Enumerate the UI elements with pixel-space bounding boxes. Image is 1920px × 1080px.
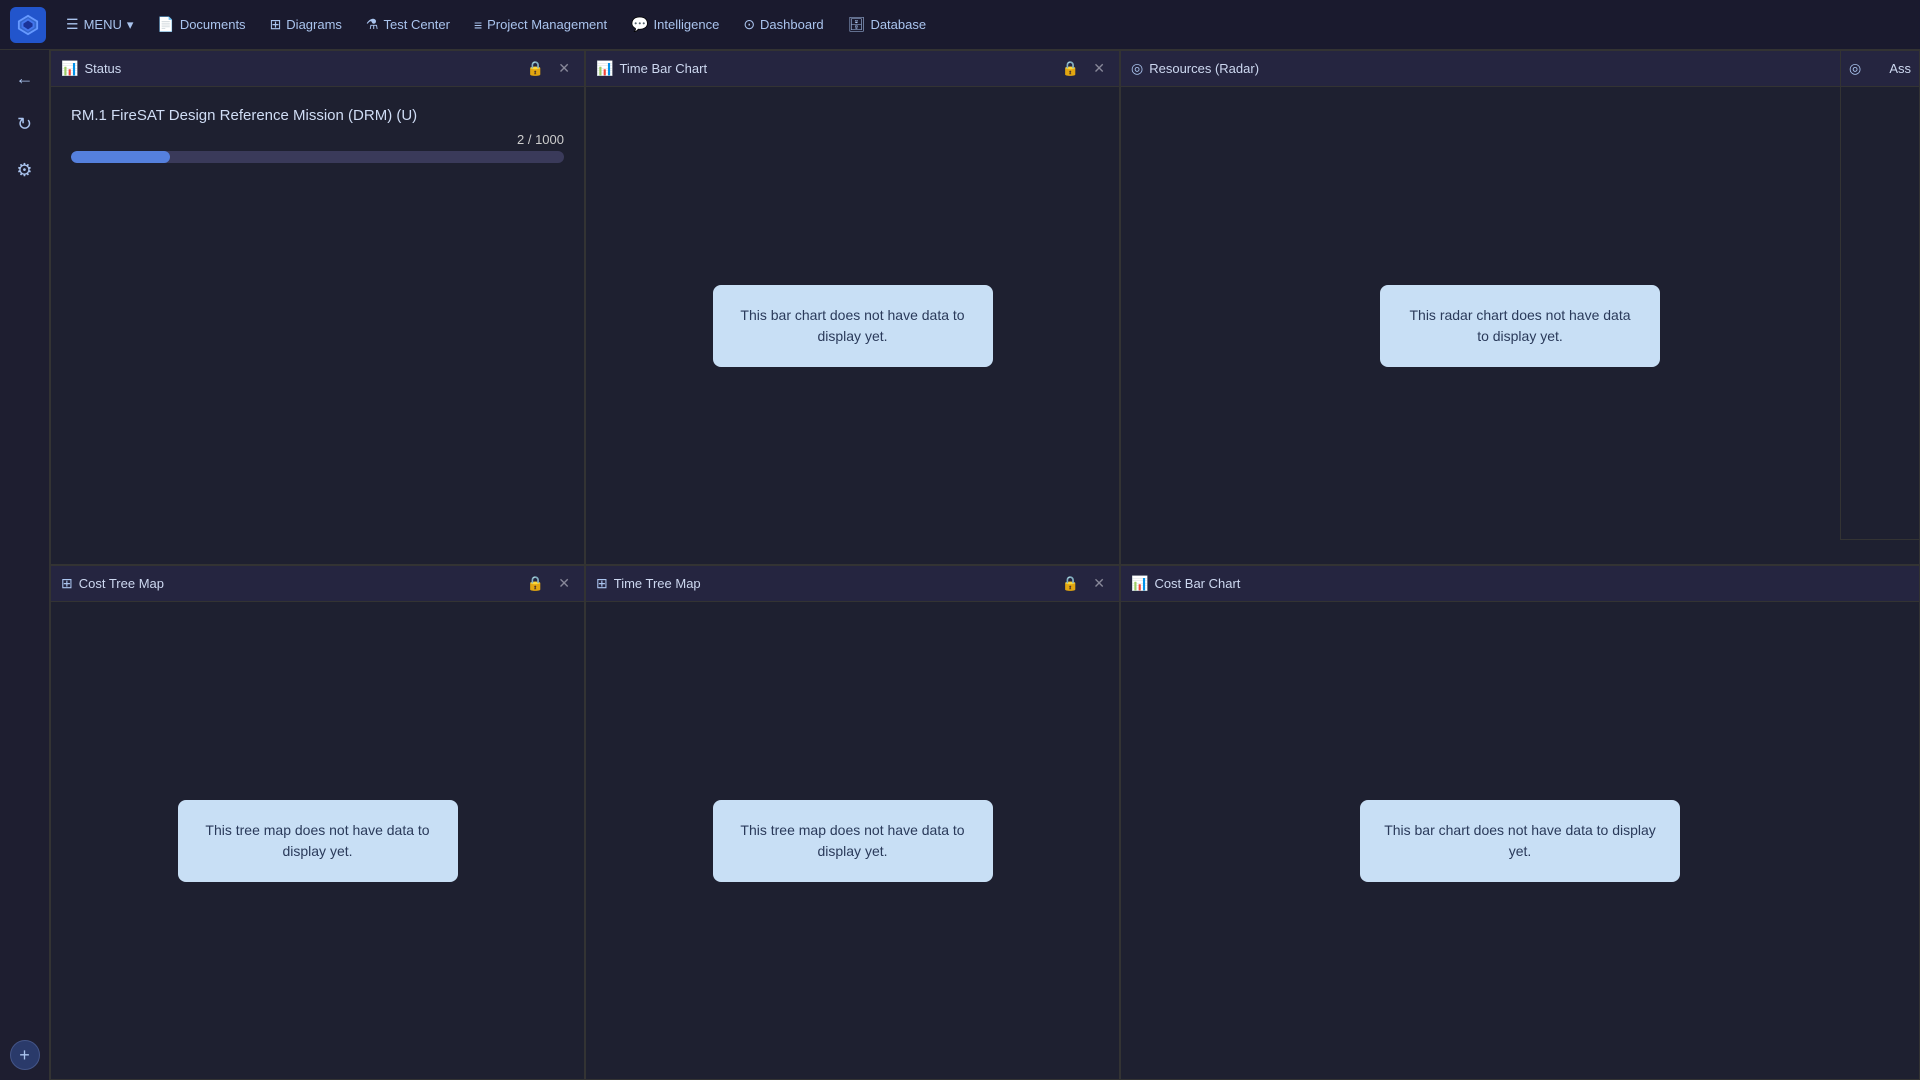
time-bar-chart-panel: 📊 Time Bar Chart 🔒 ✕ This bar chart does… bbox=[585, 50, 1120, 565]
time-tree-map-lock-button[interactable]: 🔒 bbox=[1058, 573, 1083, 594]
resources-radar-title: ◎ Resources (Radar) bbox=[1131, 60, 1259, 77]
add-panel-button[interactable]: + bbox=[10, 1040, 40, 1070]
database-icon: 🗄 bbox=[848, 16, 866, 33]
time-tree-map-controls: 🔒 ✕ bbox=[1058, 573, 1109, 594]
status-panel-controls: 🔒 ✕ bbox=[523, 58, 574, 79]
cost-tree-map-header: ⊞ Cost Tree Map 🔒 ✕ bbox=[51, 566, 584, 602]
resources-radar-empty-message: This radar chart does not have data to d… bbox=[1380, 285, 1660, 367]
back-icon: ← bbox=[16, 68, 34, 89]
cost-tree-map-lock-button[interactable]: 🔒 bbox=[523, 573, 548, 594]
database-label: Database bbox=[870, 17, 926, 32]
menu-icon: ☰ bbox=[66, 16, 79, 33]
cost-tree-map-panel: ⊞ Cost Tree Map 🔒 ✕ This tree map does n… bbox=[50, 565, 585, 1080]
main-layout: ← ↻ ⚙ + 📊 Status 🔒 ✕ bbox=[0, 50, 1920, 1080]
menu-button[interactable]: ☰ MENU ▾ bbox=[56, 11, 143, 38]
nav-documents[interactable]: 📄 Documents bbox=[147, 11, 255, 38]
cost-tree-map-label: Cost Tree Map bbox=[79, 576, 164, 591]
status-lock-button[interactable]: 🔒 bbox=[523, 58, 548, 79]
refresh-icon: ↻ bbox=[17, 114, 32, 135]
status-close-button[interactable]: ✕ bbox=[554, 58, 574, 79]
menu-chevron-icon: ▾ bbox=[127, 17, 134, 33]
ass-panel-header: ◎ Ass bbox=[1841, 51, 1919, 87]
sidebar-settings-button[interactable]: ⚙ bbox=[7, 152, 43, 188]
cost-bar-chart-body: This bar chart does not have data to dis… bbox=[1121, 602, 1919, 1079]
app-logo[interactable] bbox=[10, 7, 46, 43]
status-panel-title: 📊 Status bbox=[61, 60, 121, 77]
nav-database[interactable]: 🗄 Database bbox=[838, 11, 936, 38]
time-bar-chart-header: 📊 Time Bar Chart 🔒 ✕ bbox=[586, 51, 1119, 87]
cost-bar-chart-label: Cost Bar Chart bbox=[1154, 576, 1240, 591]
time-tree-map-header: ⊞ Time Tree Map 🔒 ✕ bbox=[586, 566, 1119, 602]
time-tree-map-panel: ⊞ Time Tree Map 🔒 ✕ This tree map does n… bbox=[585, 565, 1120, 1080]
documents-icon: 📄 bbox=[157, 16, 174, 33]
resources-radar-body: This radar chart does not have data to d… bbox=[1121, 87, 1919, 564]
nav-intelligence[interactable]: 💬 Intelligence bbox=[621, 11, 729, 38]
cost-tree-map-close-button[interactable]: ✕ bbox=[554, 573, 574, 594]
time-bar-chart-icon: 📊 bbox=[596, 60, 613, 77]
time-bar-chart-close-button[interactable]: ✕ bbox=[1089, 58, 1109, 79]
menu-label: MENU bbox=[84, 17, 122, 32]
project-management-label: Project Management bbox=[487, 17, 607, 32]
content-area: 📊 Status 🔒 ✕ RM.1 FireSAT Design Referen… bbox=[50, 50, 1920, 1080]
intelligence-icon: 💬 bbox=[631, 16, 648, 33]
time-bar-chart-controls: 🔒 ✕ bbox=[1058, 58, 1109, 79]
nav-dashboard[interactable]: ⊙ Dashboard bbox=[733, 11, 833, 38]
cost-bar-chart-empty-message: This bar chart does not have data to dis… bbox=[1360, 800, 1680, 882]
cost-bar-chart-header: 📊 Cost Bar Chart bbox=[1121, 566, 1919, 602]
cost-tree-map-title: ⊞ Cost Tree Map bbox=[61, 575, 164, 592]
nav-diagrams[interactable]: ⊞ Diagrams bbox=[260, 11, 352, 38]
resources-radar-panel: ◎ Resources (Radar) 🔒 ✕ This radar chart… bbox=[1120, 50, 1920, 565]
diagrams-icon: ⊞ bbox=[270, 16, 282, 33]
top-navigation: ☰ MENU ▾ 📄 Documents ⊞ Diagrams ⚗ Test C… bbox=[0, 0, 1920, 50]
status-mission-title: RM.1 FireSAT Design Reference Mission (D… bbox=[71, 107, 417, 124]
status-progress-bar bbox=[71, 151, 564, 163]
time-bar-chart-label: Time Bar Chart bbox=[619, 61, 707, 76]
project-management-icon: ≡ bbox=[474, 17, 482, 33]
resources-radar-header: ◎ Resources (Radar) 🔒 ✕ bbox=[1121, 51, 1919, 87]
time-tree-map-close-button[interactable]: ✕ bbox=[1089, 573, 1109, 594]
settings-icon: ⚙ bbox=[16, 160, 32, 181]
sidebar: ← ↻ ⚙ + bbox=[0, 50, 50, 1080]
status-progress-fill bbox=[71, 151, 170, 163]
status-chart-icon: 📊 bbox=[61, 60, 78, 77]
nav-test-center[interactable]: ⚗ Test Center bbox=[356, 11, 460, 38]
status-progress-count: 2 / 1000 bbox=[517, 132, 564, 147]
sidebar-back-button[interactable]: ← bbox=[7, 60, 43, 96]
time-tree-map-empty-message: This tree map does not have data to disp… bbox=[713, 800, 993, 882]
time-tree-map-title: ⊞ Time Tree Map bbox=[596, 575, 701, 592]
time-bar-chart-lock-button[interactable]: 🔒 bbox=[1058, 58, 1083, 79]
documents-label: Documents bbox=[180, 17, 246, 32]
time-bar-chart-empty-message: This bar chart does not have data to dis… bbox=[713, 285, 993, 367]
status-panel-body: RM.1 FireSAT Design Reference Mission (D… bbox=[51, 87, 584, 564]
cost-bar-chart-panel: 📊 Cost Bar Chart This bar chart does not… bbox=[1120, 565, 1920, 1080]
time-tree-map-label: Time Tree Map bbox=[614, 576, 701, 591]
cost-bar-chart-title: 📊 Cost Bar Chart bbox=[1131, 575, 1240, 592]
resources-radar-label: Resources (Radar) bbox=[1149, 61, 1259, 76]
time-bar-chart-body: This bar chart does not have data to dis… bbox=[586, 87, 1119, 564]
cost-tree-map-empty-message: This tree map does not have data to disp… bbox=[178, 800, 458, 882]
diagrams-label: Diagrams bbox=[286, 17, 342, 32]
add-icon: + bbox=[19, 1045, 30, 1066]
sidebar-refresh-button[interactable]: ↻ bbox=[7, 106, 43, 142]
status-panel: 📊 Status 🔒 ✕ RM.1 FireSAT Design Referen… bbox=[50, 50, 585, 565]
dashboard-label: Dashboard bbox=[760, 17, 824, 32]
ass-icon: ◎ bbox=[1849, 60, 1861, 77]
cost-tree-map-icon: ⊞ bbox=[61, 575, 73, 592]
cost-tree-map-controls: 🔒 ✕ bbox=[523, 573, 574, 594]
cost-bar-chart-icon: 📊 bbox=[1131, 575, 1148, 592]
time-tree-map-body: This tree map does not have data to disp… bbox=[586, 602, 1119, 1079]
test-center-label: Test Center bbox=[383, 17, 449, 32]
resources-radar-icon: ◎ bbox=[1131, 60, 1143, 77]
test-center-icon: ⚗ bbox=[366, 16, 379, 33]
status-panel-header: 📊 Status 🔒 ✕ bbox=[51, 51, 584, 87]
time-tree-map-icon: ⊞ bbox=[596, 575, 608, 592]
status-title-label: Status bbox=[84, 61, 121, 76]
dashboard-icon: ⊙ bbox=[743, 16, 755, 33]
nav-project-management[interactable]: ≡ Project Management bbox=[464, 12, 617, 38]
cost-tree-map-body: This tree map does not have data to disp… bbox=[51, 602, 584, 1079]
intelligence-label: Intelligence bbox=[654, 17, 720, 32]
ass-title-label: Ass bbox=[1889, 61, 1911, 76]
time-bar-chart-title: 📊 Time Bar Chart bbox=[596, 60, 707, 77]
ass-panel-partial: ◎ Ass bbox=[1840, 50, 1920, 540]
